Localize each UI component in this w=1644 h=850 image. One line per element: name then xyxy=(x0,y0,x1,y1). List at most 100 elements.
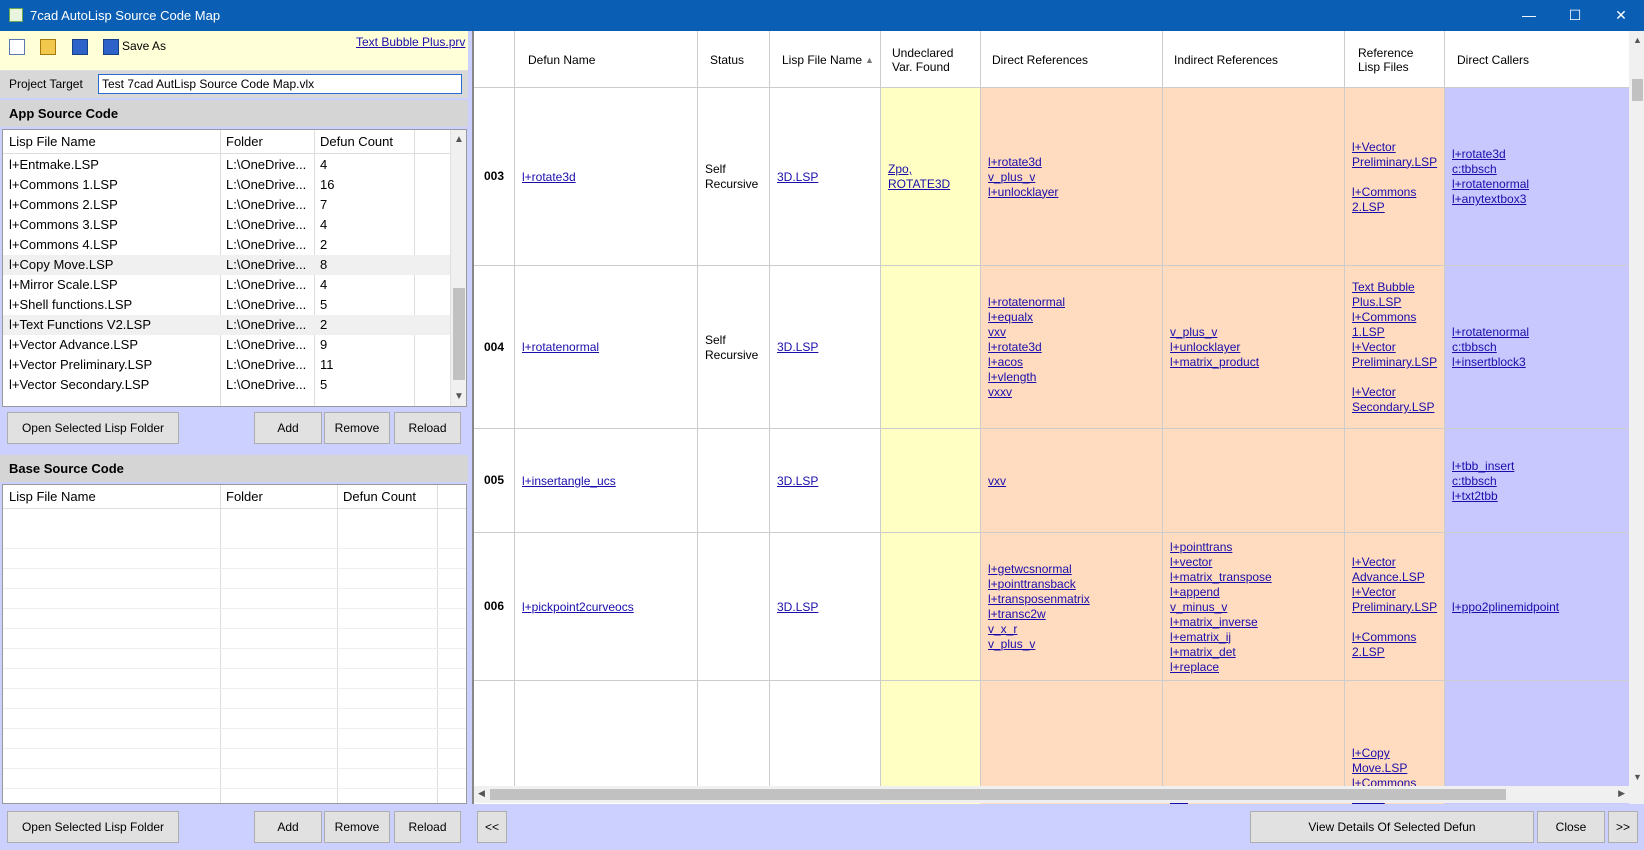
reload-button[interactable]: Reload xyxy=(394,811,461,843)
maximize-button[interactable]: ☐ xyxy=(1552,0,1598,31)
defun-link[interactable]: l+rotate3d xyxy=(1452,147,1529,162)
add-button[interactable]: Add xyxy=(254,811,322,843)
defun-link[interactable]: l+matrix_product xyxy=(1170,355,1259,370)
defun-grid-vscroll[interactable]: ▲ ▼ xyxy=(1629,31,1644,804)
defun-link[interactable]: l+acos xyxy=(988,355,1065,370)
defun-link[interactable]: Move.LSP xyxy=(1352,761,1416,776)
table-row[interactable]: l+Commons 4.LSP L:\OneDrive... 2 xyxy=(3,235,451,255)
defun-link[interactable]: 2.LSP xyxy=(1352,645,1437,660)
defun-link[interactable]: l+matrix_transpose xyxy=(1170,570,1272,585)
defun-link[interactable]: ROTATE3D xyxy=(888,177,950,192)
previous-button[interactable]: << xyxy=(477,811,507,843)
app-source-scrollbar[interactable]: ▲ ▼ xyxy=(450,130,466,406)
table-row[interactable]: 005 l+insertangle_ucs 3D.LSP vxv l+tbb_inser… xyxy=(474,429,1629,533)
defun-link[interactable]: l+pointtrans xyxy=(1170,540,1272,555)
defun-link[interactable]: l+insertblock3 xyxy=(1452,355,1529,370)
project-target-input[interactable] xyxy=(98,74,462,94)
column-lisp-file-name[interactable]: Lisp File Name xyxy=(9,134,96,149)
defun-link[interactable]: 3D.LSP xyxy=(777,600,818,615)
column-folder[interactable]: Folder xyxy=(226,134,263,149)
scroll-thumb[interactable] xyxy=(490,789,1506,800)
defun-grid-hscroll[interactable]: ◀ ▶ xyxy=(474,786,1629,803)
defun-link[interactable]: l+ematrix_ij xyxy=(1170,630,1272,645)
defun-link[interactable]: l+rotatenormal xyxy=(1452,325,1529,340)
view-details-button[interactable]: View Details Of Selected Defun xyxy=(1250,811,1534,843)
defun-link[interactable]: l+Vector xyxy=(1352,385,1437,400)
column-defun-count[interactable]: Defun Count xyxy=(343,489,416,504)
table-row[interactable]: l+Commons 3.LSP L:\OneDrive... 4 xyxy=(3,215,451,235)
new-file-icon[interactable] xyxy=(9,39,25,55)
defun-link[interactable]: l+txt2tbb xyxy=(1452,489,1514,504)
column-reference-2[interactable]: Lisp Files xyxy=(1358,60,1409,74)
defun-link[interactable]: Preliminary.LSP xyxy=(1352,355,1437,370)
defun-link[interactable]: 1.LSP xyxy=(1352,325,1437,340)
defun-link[interactable]: Plus.LSP xyxy=(1352,295,1437,310)
defun-link[interactable]: l+Vector xyxy=(1352,585,1437,600)
defun-link[interactable]: c:tbbsch xyxy=(1452,340,1529,355)
defun-link[interactable]: l+tbb_insert xyxy=(1452,459,1514,474)
defun-link[interactable]: l+Copy xyxy=(1352,746,1416,761)
defun-link[interactable]: l+Vector xyxy=(1352,555,1437,570)
defun-link[interactable]: 3D.LSP xyxy=(777,170,818,185)
defun-link[interactable]: vxv xyxy=(988,474,1006,489)
scroll-up-icon[interactable]: ▲ xyxy=(1633,35,1642,45)
defun-link[interactable]: l+rotatenormal xyxy=(988,295,1065,310)
scroll-left-icon[interactable]: ◀ xyxy=(478,788,485,799)
table-row[interactable]: l+Mirror Scale.LSP L:\OneDrive... 4 xyxy=(3,275,451,295)
minimize-button[interactable]: — xyxy=(1506,0,1552,31)
column-folder[interactable]: Folder xyxy=(226,489,263,504)
defun-link[interactable]: c:tbbsch xyxy=(1452,474,1514,489)
column-lisp-file-name[interactable]: Lisp File Name xyxy=(782,53,862,67)
defun-link[interactable]: l+Commons xyxy=(1352,630,1437,645)
project-file-link[interactable]: Text Bubble Plus.prv xyxy=(356,35,465,49)
defun-link[interactable]: l+unlocklayer xyxy=(988,185,1058,200)
defun-link[interactable]: l+Vector xyxy=(1352,140,1437,155)
defun-link[interactable] xyxy=(1352,615,1437,630)
defun-link[interactable] xyxy=(1352,370,1437,385)
defun-link[interactable]: vxv xyxy=(988,325,1065,340)
table-row[interactable]: l+Commons 1.LSP L:\OneDrive... 16 xyxy=(3,175,451,195)
defun-link[interactable]: l+equalx xyxy=(988,310,1065,325)
table-row[interactable]: l+Shell functions.LSP L:\OneDrive... 5 xyxy=(3,295,451,315)
defun-link[interactable]: Zpo, xyxy=(888,162,950,177)
column-direct-callers[interactable]: Direct Callers xyxy=(1457,53,1529,67)
column-lisp-file-name[interactable]: Lisp File Name xyxy=(9,489,96,504)
open-selected-lisp-folder-button[interactable]: Open Selected Lisp Folder xyxy=(7,412,179,444)
defun-link[interactable]: l+matrix_inverse xyxy=(1170,615,1272,630)
defun-link[interactable] xyxy=(1352,170,1437,185)
defun-link[interactable]: l+unlocklayer xyxy=(1170,340,1259,355)
defun-link[interactable]: l+vector xyxy=(1170,555,1272,570)
table-row[interactable]: l+Vector Preliminary.LSP L:\OneDrive... 11 xyxy=(3,355,451,375)
defun-link[interactable]: v_plus_v xyxy=(988,637,1090,652)
defun-link[interactable]: l+append xyxy=(1170,585,1272,600)
table-row[interactable]: l+Entmake.LSP L:\OneDrive... 4 xyxy=(3,155,451,175)
table-row[interactable]: 006 l+pickpoint2curveocs 3D.LSP l+getwcsnor… xyxy=(474,533,1629,681)
defun-link[interactable]: l+vlength xyxy=(988,370,1065,385)
defun-link[interactable]: c:tbbsch xyxy=(1452,162,1529,177)
open-selected-lisp-folder-button[interactable]: Open Selected Lisp Folder xyxy=(7,811,179,843)
defun-link[interactable]: l+matrix_det xyxy=(1170,645,1272,660)
defun-link[interactable]: v_minus_v xyxy=(1170,600,1272,615)
defun-grid[interactable]: Defun Name Status Lisp File Name ▲ Undec… xyxy=(472,31,1644,804)
defun-link[interactable]: Preliminary.LSP xyxy=(1352,155,1437,170)
column-indirect-references[interactable]: Indirect References xyxy=(1174,53,1278,67)
defun-link[interactable]: l+transc2w xyxy=(988,607,1090,622)
column-undeclared-1[interactable]: Undeclared xyxy=(892,46,953,60)
defun-link[interactable]: l+rotate3d xyxy=(988,340,1065,355)
defun-link[interactable]: l+Commons xyxy=(1352,185,1437,200)
next-button[interactable]: >> xyxy=(1608,811,1638,843)
defun-link[interactable]: Secondary.LSP xyxy=(1352,400,1437,415)
scroll-thumb[interactable] xyxy=(453,288,465,380)
defun-link[interactable]: v_x_r xyxy=(988,622,1090,637)
defun-link[interactable]: 3D.LSP xyxy=(777,474,818,489)
save-as-icon[interactable] xyxy=(103,39,119,55)
table-row[interactable]: l+Text Functions V2.LSP L:\OneDrive... 2 xyxy=(3,315,451,335)
scroll-up-icon[interactable]: ▲ xyxy=(454,134,464,145)
save-as-button[interactable]: Save As xyxy=(122,39,166,53)
table-row[interactable]: l+Commons 2.LSP L:\OneDrive... 7 xyxy=(3,195,451,215)
table-row[interactable]: 004 l+rotatenormal Self Recursive 3D.LSP l+ro… xyxy=(474,266,1629,429)
defun-link[interactable]: v_plus_v xyxy=(1170,325,1259,340)
scroll-down-icon[interactable]: ▼ xyxy=(454,391,464,402)
column-status[interactable]: Status xyxy=(710,53,744,67)
defun-link[interactable]: l+Commons xyxy=(1352,310,1437,325)
